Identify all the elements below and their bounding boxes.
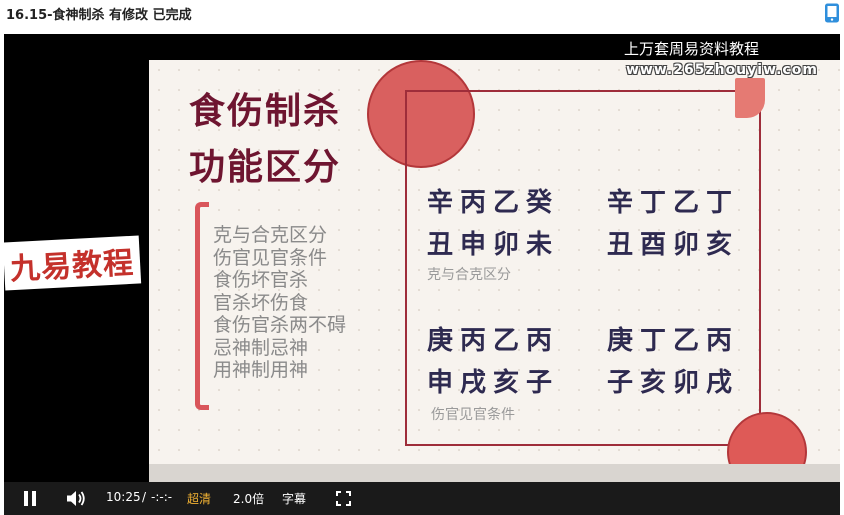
subtitles-button[interactable]: 字幕: [282, 490, 306, 507]
duration: -:-:-: [151, 490, 173, 504]
topic-item: 伤官见官条件: [213, 246, 328, 269]
slide-heading-line2: 功能区分: [189, 147, 342, 188]
chart3-branches: 申戌亥子: [427, 368, 560, 398]
topic-item: 用神制用神: [213, 359, 309, 381]
current-time: 10:25: [106, 490, 141, 504]
volume-icon[interactable]: [66, 490, 86, 511]
time-separator: /: [142, 490, 147, 504]
topic-item: 食伤官杀两不碍: [213, 314, 347, 336]
chart1-branches: 丑申卯未: [427, 230, 560, 260]
topic-list: 克与合克区分 伤官见官条件 食伤坏官杀 官杀坏伤食 食伤官杀两不碍 忌神制忌神 …: [213, 224, 346, 382]
watermark-url: www.265zhouyiw.com: [626, 62, 818, 78]
fullscreen-icon[interactable]: [336, 491, 351, 510]
example1-caption: 克与合克区分: [427, 267, 511, 283]
chart3-stems: 庚丙乙丙: [427, 326, 560, 356]
topic-item: 克与合克区分: [213, 224, 328, 246]
watermark-title: 上万套周易资料教程: [624, 40, 760, 58]
topic-item: 食伤坏官杀: [213, 269, 309, 291]
chart1-stems: 辛丙乙癸: [427, 188, 560, 218]
chart2-branches: 丑酉卯亥: [607, 230, 740, 260]
list-bracket: [195, 202, 209, 410]
video-player[interactable]: 食伤制杀 功能区分 克与合克区分 伤官见官条件 食伤坏官杀 官杀坏伤食 食伤官杀…: [4, 34, 840, 515]
topic-item: 忌神制忌神: [213, 336, 309, 359]
page-title: 16.15-食神制杀 有修改 已完成: [6, 8, 192, 23]
pause-icon[interactable]: [23, 491, 37, 510]
mobile-phone-icon[interactable]: [824, 3, 840, 23]
slide-heading-line1: 食伤制杀: [189, 91, 342, 132]
quality-button[interactable]: 超清: [187, 490, 211, 507]
speed-button[interactable]: 2.0倍: [233, 490, 264, 507]
title-bar: 16.15-食神制杀 有修改 已完成: [0, 0, 844, 28]
chart2-stems: 辛丁乙丁: [607, 188, 740, 218]
brand-logo: 九易教程: [4, 235, 142, 291]
topic-item: 官杀坏伤食: [213, 291, 309, 314]
player-controls: 10:25 / -:-:- 超清 2.0倍 字幕: [4, 482, 840, 515]
example2-caption: 伤官见官条件: [431, 407, 515, 423]
chart4-stems: 庚丁乙丙: [607, 326, 740, 356]
lecture-slide: 食伤制杀 功能区分 克与合克区分 伤官见官条件 食伤坏官杀 官杀坏伤食 食伤官杀…: [149, 60, 840, 464]
chart4-branches: 子亥卯戌: [607, 368, 740, 398]
